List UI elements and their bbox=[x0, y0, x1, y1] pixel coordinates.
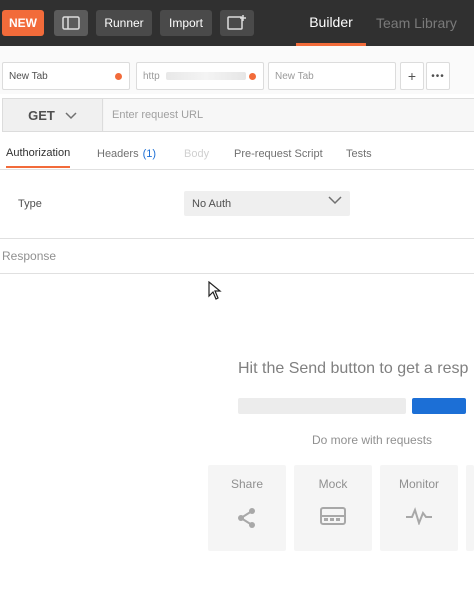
card-label: Share bbox=[230, 477, 264, 491]
plus-icon: + bbox=[407, 68, 417, 84]
request-subtabs: Authorization Headers (1) Body Pre-reque… bbox=[0, 140, 474, 170]
pulse-icon bbox=[380, 507, 458, 525]
mouse-cursor-icon bbox=[208, 280, 222, 306]
mock-card[interactable]: Mock bbox=[294, 465, 372, 551]
method-label: GET bbox=[28, 107, 55, 123]
tab-prerequest-script[interactable]: Pre-request Script bbox=[234, 140, 323, 168]
server-icon bbox=[294, 507, 372, 525]
monitor-card[interactable]: Monitor bbox=[380, 465, 458, 551]
sidebar-icon bbox=[62, 16, 80, 30]
request-tab[interactable]: http bbox=[136, 62, 264, 90]
card-label: Mock bbox=[318, 477, 348, 491]
tab-body[interactable]: Body bbox=[184, 140, 209, 168]
partial-card[interactable] bbox=[466, 465, 474, 551]
send-hint-text: Hit the Send button to get a resp bbox=[238, 360, 469, 377]
request-tab-label: http bbox=[143, 70, 160, 82]
runner-button[interactable]: Runner bbox=[96, 10, 152, 36]
tab-label: Headers bbox=[97, 148, 139, 160]
tab-team-library[interactable]: Team Library bbox=[376, 0, 457, 46]
tab-label: Tests bbox=[346, 148, 372, 160]
request-tab-label: New Tab bbox=[9, 70, 48, 82]
add-tab-button[interactable]: + bbox=[400, 62, 424, 90]
method-select[interactable]: GET bbox=[3, 99, 103, 131]
tab-headers[interactable]: Headers (1) bbox=[97, 140, 156, 168]
unsaved-dot-icon bbox=[249, 73, 256, 80]
toggle-sidebar-button[interactable] bbox=[54, 10, 88, 36]
import-button[interactable]: Import bbox=[160, 10, 212, 36]
tab-tests[interactable]: Tests bbox=[346, 140, 372, 168]
new-button[interactable]: NEW bbox=[2, 10, 44, 36]
auth-type-label: Type bbox=[18, 198, 42, 210]
request-url-bar: GET bbox=[2, 98, 474, 132]
tab-label: Body bbox=[184, 148, 210, 160]
response-title: Response bbox=[2, 249, 57, 263]
redacted-url bbox=[165, 72, 246, 80]
auth-type-select[interactable]: No Auth bbox=[184, 191, 350, 216]
top-bar: NEW Runner Import Builder Team Library bbox=[0, 0, 474, 46]
request-tab-label: New Tab bbox=[275, 70, 314, 82]
share-icon bbox=[208, 507, 286, 529]
do-more-text: Do more with requests bbox=[312, 433, 433, 447]
send-hint-placeholder-bar bbox=[238, 398, 406, 414]
new-window-icon bbox=[227, 15, 246, 30]
tab-label: Pre-request Script bbox=[234, 148, 323, 160]
headers-count-badge: (1) bbox=[142, 148, 157, 160]
unsaved-dot-icon bbox=[115, 73, 122, 80]
send-hint-button-graphic bbox=[412, 398, 466, 414]
request-tabs-bar: New Tab http New Tab + ••• bbox=[0, 46, 474, 94]
new-window-button[interactable] bbox=[220, 10, 254, 36]
share-card[interactable]: Share bbox=[208, 465, 286, 551]
request-tab[interactable]: New Tab bbox=[2, 62, 130, 90]
request-tab[interactable]: New Tab bbox=[268, 62, 396, 90]
tab-builder[interactable]: Builder bbox=[296, 0, 366, 46]
response-header: Response bbox=[0, 238, 474, 274]
url-input[interactable] bbox=[104, 99, 474, 131]
tab-label: Authorization bbox=[6, 147, 71, 159]
auth-type-value: No Auth bbox=[192, 197, 232, 210]
tab-authorization[interactable]: Authorization bbox=[6, 140, 71, 168]
chevron-down-icon bbox=[328, 196, 342, 208]
card-label: Monitor bbox=[398, 477, 439, 491]
ellipsis-icon: ••• bbox=[431, 70, 445, 82]
chevron-down-icon bbox=[65, 108, 77, 123]
more-tabs-button[interactable]: ••• bbox=[426, 62, 450, 90]
